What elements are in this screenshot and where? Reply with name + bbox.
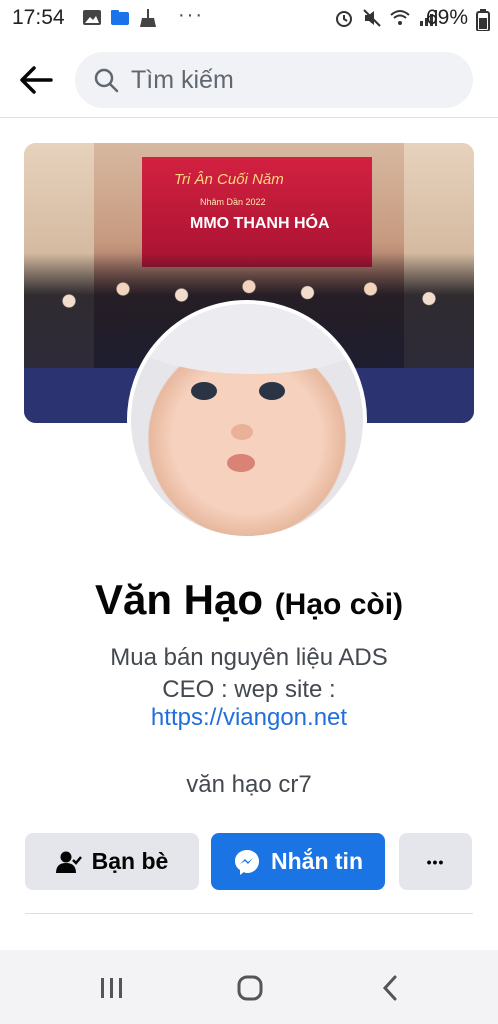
friends-button[interactable]: Bạn bè <box>25 833 199 890</box>
messenger-icon <box>233 848 261 876</box>
profile-avatar[interactable] <box>127 300 367 540</box>
chevron-left-icon <box>382 975 397 1001</box>
search-icon <box>94 68 119 93</box>
person-check-icon <box>55 850 82 874</box>
more-options-button[interactable]: ••• <box>399 833 472 890</box>
cover-banner-text: MMO THANH HÓA <box>190 215 330 232</box>
top-nav <box>0 44 498 116</box>
cover-banner-title: Tri Ân Cuối Năm <box>174 171 284 188</box>
profile-name: Văn Hạo <box>94 576 264 623</box>
notification-icons <box>82 8 158 28</box>
more-dots-icon: ••• <box>426 853 445 870</box>
section-divider <box>25 913 473 914</box>
back-button[interactable] <box>14 58 58 102</box>
bio-link[interactable]: https://viangon.net <box>0 704 498 732</box>
bio-line: CEO : wep site : <box>162 676 336 703</box>
folder-icon <box>111 10 129 25</box>
battery-percent: 69% <box>425 6 468 29</box>
message-button[interactable]: Nhắn tin <box>211 833 385 890</box>
status-time: 17:54 <box>12 6 65 29</box>
profile-bio: Mua bán nguyên liệu ADS CEO : wep site : <box>0 642 498 706</box>
avatar-hat <box>131 304 363 374</box>
mute-icon <box>363 9 381 27</box>
nav-back-button[interactable] <box>370 968 410 1008</box>
friends-label: Bạn bè <box>91 848 169 874</box>
search-input[interactable] <box>129 64 453 96</box>
alarm-icon <box>336 11 352 27</box>
cover-banner-subtitle: Nhâm Dần 2022 <box>200 197 266 207</box>
profile-alternate-name: (Hạo còi) <box>274 588 404 621</box>
arrow-left-icon <box>20 66 53 94</box>
avatar-eye-right <box>259 382 285 400</box>
wifi-icon <box>390 10 410 25</box>
broom-icon <box>140 9 156 27</box>
nav-divider <box>0 117 498 118</box>
home-button[interactable] <box>230 968 270 1008</box>
battery-icon <box>476 9 490 31</box>
status-bar: 17:54 ··· 69% <box>0 0 498 38</box>
bio-line: Mua bán nguyên liệu ADS <box>110 644 388 671</box>
recent-apps-icon <box>101 978 122 998</box>
avatar-eye-left <box>191 382 217 400</box>
home-icon <box>237 975 263 1001</box>
secondary-name: văn hạo cr7 <box>186 771 312 798</box>
avatar-nose <box>231 424 253 440</box>
system-icons <box>334 8 438 28</box>
recent-apps-button[interactable] <box>92 968 132 1008</box>
profile-name-heading: Văn Hạo (Hạo còi) <box>0 576 498 624</box>
gallery-icon <box>83 10 101 25</box>
system-nav-bar <box>0 950 498 1024</box>
message-label: Nhắn tin <box>271 848 363 874</box>
avatar-mouth <box>227 454 255 472</box>
search-bar[interactable] <box>75 52 473 108</box>
more-notifications: ··· <box>178 4 204 26</box>
